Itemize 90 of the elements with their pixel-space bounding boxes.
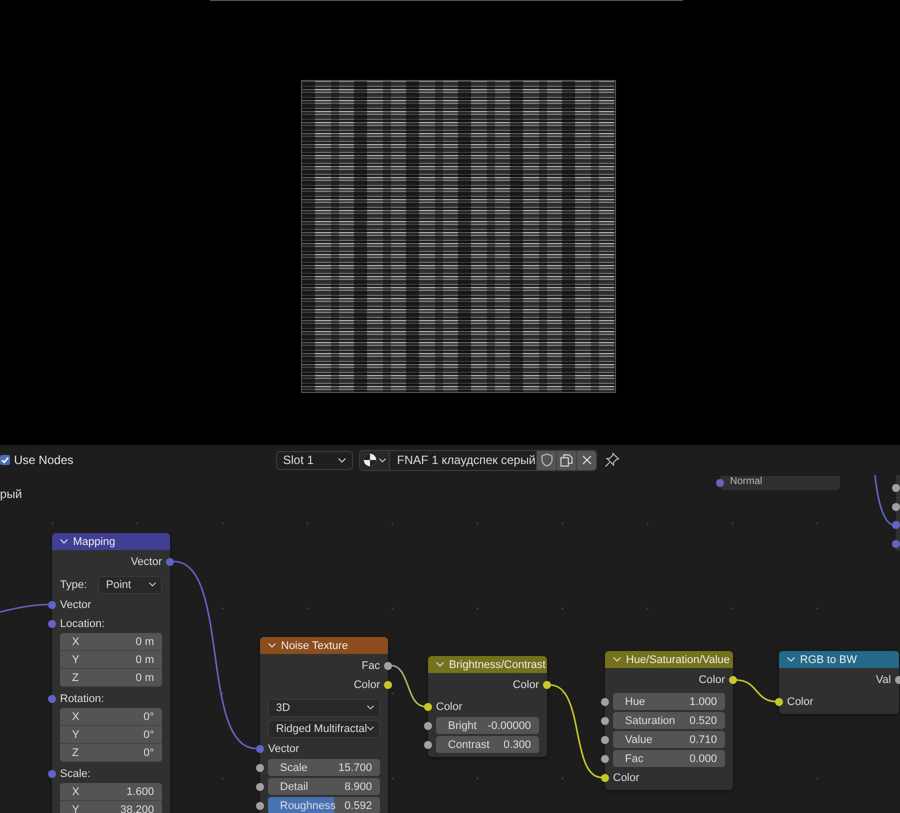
node-socket[interactable] <box>424 702 432 710</box>
socket-label: Vector <box>268 742 300 754</box>
socket-label: Color <box>613 772 640 784</box>
node-socket[interactable] <box>166 558 174 566</box>
node-socket[interactable] <box>256 744 264 752</box>
value-field[interactable]: Fac 0.000 <box>613 750 725 767</box>
checkbox[interactable] <box>0 455 10 465</box>
use-nodes-label[interactable]: Use Nodes <box>14 453 74 467</box>
node-socket[interactable] <box>601 754 609 762</box>
node-socket[interactable] <box>601 736 609 744</box>
chevron-down-icon <box>338 458 346 462</box>
node-socket[interactable] <box>601 698 609 706</box>
value-field[interactable]: Hue 1.000 <box>613 693 725 710</box>
value-field[interactable]: Y 0 m <box>60 651 162 669</box>
node-link <box>390 664 426 708</box>
node-socket[interactable] <box>384 680 392 688</box>
node-link <box>0 604 48 613</box>
chevron-down-icon <box>149 582 156 587</box>
node-socket[interactable] <box>256 782 264 790</box>
value-field[interactable]: X 0 m <box>60 633 162 651</box>
node-socket[interactable] <box>424 722 432 730</box>
field-label: Type: <box>60 578 88 590</box>
value-field[interactable]: Y 38.200 <box>60 801 162 813</box>
socket-label: Location: <box>60 618 105 630</box>
socket-label: Color <box>436 700 462 712</box>
node-socket[interactable] <box>48 770 56 778</box>
node-title: Noise Texture <box>281 640 348 652</box>
value-field[interactable]: Value 0.710 <box>613 731 725 748</box>
node-link <box>736 679 776 702</box>
value-field[interactable]: Contrast 0.300 <box>436 736 539 753</box>
chevron-down-icon[interactable] <box>60 539 68 544</box>
node-socket[interactable] <box>48 600 56 608</box>
chevron-down-icon[interactable] <box>613 657 621 662</box>
node-socket[interactable] <box>892 540 900 548</box>
chevron-down-icon[interactable] <box>436 662 444 667</box>
value-field[interactable]: Z 0° <box>60 744 162 762</box>
socket-label: Vector <box>60 598 92 610</box>
socket-label: Normal <box>730 476 762 488</box>
node-socket[interactable] <box>775 698 783 706</box>
node-header[interactable]: RGB to BW <box>779 651 899 668</box>
type-dropdown[interactable]: Point <box>98 576 162 594</box>
socket-label: Color <box>787 696 814 708</box>
node-header[interactable]: Brightness/Contrast <box>428 656 547 673</box>
socket-label: Fac <box>362 660 380 672</box>
value-field[interactable]: X 0° <box>60 708 162 726</box>
node-header[interactable]: Mapping <box>52 533 170 550</box>
node-socket[interactable] <box>48 694 56 702</box>
material-frame-label: рый <box>0 487 22 501</box>
chevron-down-icon <box>367 726 374 731</box>
node-socket[interactable] <box>384 662 392 670</box>
value-field[interactable]: Saturation 0.520 <box>613 712 725 729</box>
chevron-down-icon[interactable] <box>268 643 276 648</box>
slot-dropdown[interactable]: Slot 1 <box>276 450 353 470</box>
node-socket[interactable] <box>48 620 56 628</box>
node-header[interactable]: Noise Texture <box>260 637 388 654</box>
value-field[interactable]: Scale 15.700 <box>268 759 380 776</box>
node-socket[interactable] <box>892 502 900 510</box>
node-header[interactable]: Hue/Saturation/Value <box>605 651 733 668</box>
node-socket[interactable] <box>716 479 724 487</box>
pin-icon[interactable] <box>604 452 620 468</box>
node-socket[interactable] <box>601 716 609 724</box>
chevron-down-icon <box>367 705 374 710</box>
socket-label: Rotation: <box>60 692 104 704</box>
node-title: Hue/Saturation/Value <box>626 654 730 666</box>
value-field[interactable]: Y 0° <box>60 726 162 744</box>
node-link <box>874 474 894 526</box>
socket-label: Scale: <box>60 768 91 780</box>
node-socket[interactable] <box>256 764 264 772</box>
chevron-down-icon[interactable] <box>787 657 795 662</box>
node-socket[interactable] <box>424 740 432 748</box>
value-field[interactable]: Detail 8.900 <box>268 778 380 795</box>
node-socket[interactable] <box>892 521 900 529</box>
node-title: Brightness/Contrast <box>449 658 546 670</box>
socket-label: Val <box>876 674 891 686</box>
node-socket[interactable] <box>729 676 737 684</box>
socket-label: Vector <box>130 556 162 568</box>
mode-dropdown[interactable]: Ridged Multifractal <box>268 720 380 738</box>
value-field[interactable]: Bright -0.00000 <box>436 717 539 734</box>
mode-dropdown[interactable]: 3D <box>268 698 380 716</box>
node-socket[interactable] <box>601 774 609 782</box>
node-title: RGB to BW <box>800 654 857 666</box>
value-field[interactable]: X 1.600 <box>60 783 162 801</box>
node-socket[interactable] <box>256 802 264 810</box>
socket-label: Color <box>698 674 725 686</box>
node-socket[interactable] <box>543 680 551 688</box>
socket-label: Color <box>512 678 539 690</box>
socket-label: Color <box>354 678 380 690</box>
node-title: Mapping <box>73 536 116 548</box>
node-socket[interactable] <box>892 484 900 492</box>
value-field[interactable]: Z 0 m <box>60 669 162 687</box>
